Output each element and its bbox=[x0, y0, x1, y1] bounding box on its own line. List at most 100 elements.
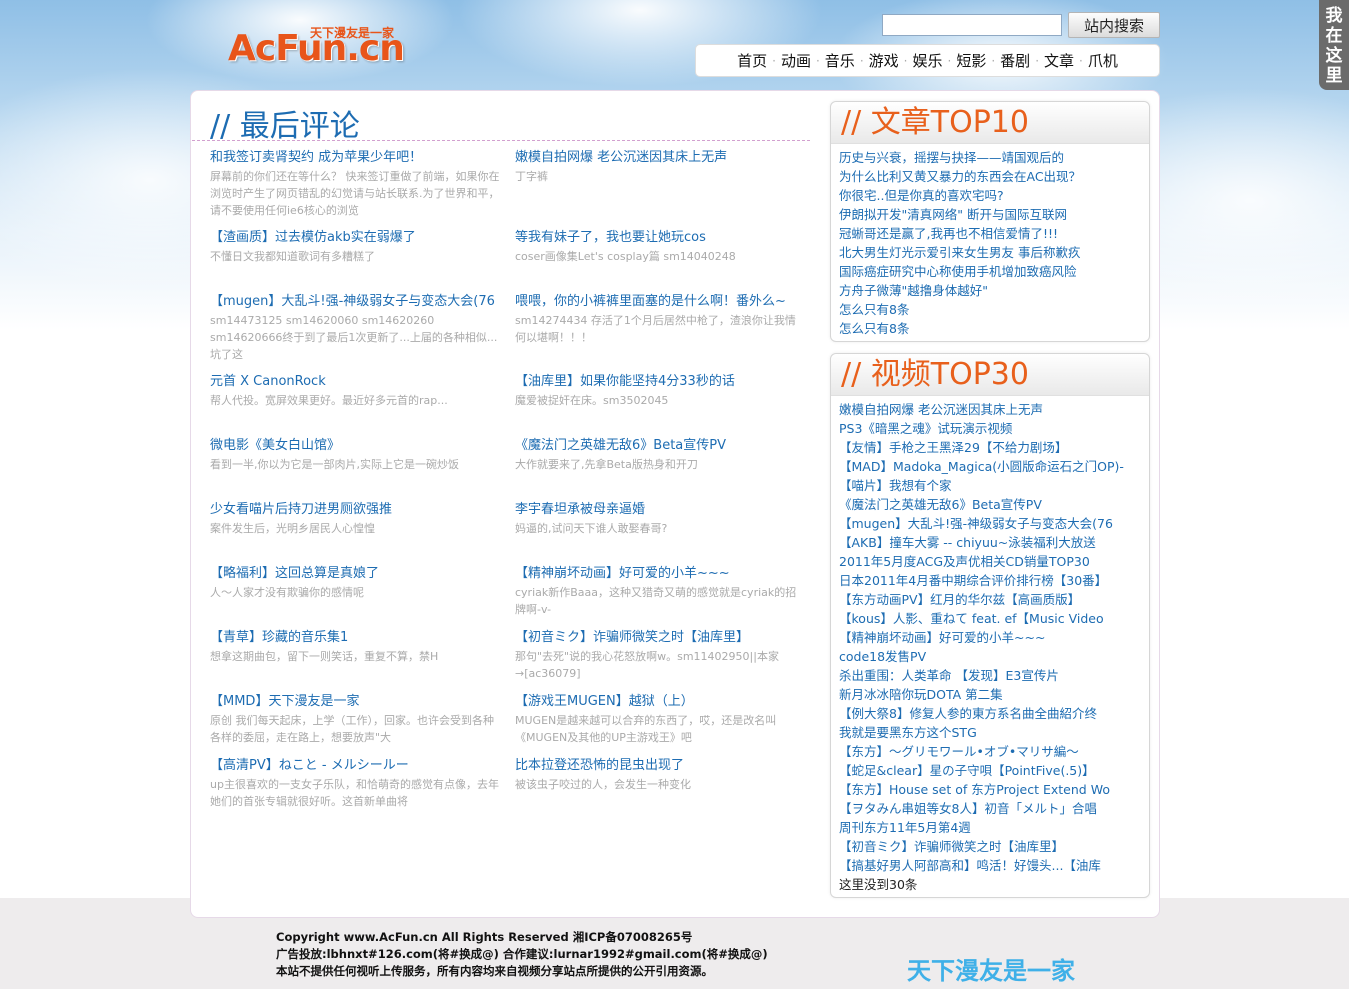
nav-item[interactable]: 番剧 bbox=[995, 50, 1035, 71]
side-tab[interactable]: 我在这里 bbox=[1319, 0, 1349, 90]
footer-contact: 广告投放:lbhnxt#126.com(将#换成@) 合作建议:lurnar19… bbox=[276, 947, 768, 961]
comment-title-link[interactable]: 【精神崩坏动画】好可爱的小羊~~~ bbox=[515, 565, 805, 582]
footer-copyright: Copyright www.AcFun.cn All Rights Reserv… bbox=[276, 930, 693, 944]
nav-item[interactable]: 短影 bbox=[951, 50, 991, 71]
comment-title-link[interactable]: 【高清PV】ねこと - メルシールー bbox=[210, 757, 500, 774]
nav-item[interactable]: 动画 bbox=[776, 50, 816, 71]
comment-body: sm14473125 sm14620060 sm14620260 sm14620… bbox=[210, 314, 498, 361]
comment-body: 妈逼的,试问天下谁人敢娶春哥? bbox=[515, 522, 668, 535]
comment-title-link[interactable]: 比本拉登还恐怖的昆虫出现了 bbox=[515, 757, 805, 774]
comment-item: 和我签订卖肾契约 成为苹果少年吧！ 屏幕前的你们还在等什么？ 快来签订重做了前端，… bbox=[210, 149, 500, 219]
comment-title-link[interactable]: 【油库里】如果你能坚持4分33秒的话 bbox=[515, 373, 805, 390]
comment-body: MUGEN是越来越可以合弃的东西了，哎，还是改名叫 《MUGEN及其他的UP主游… bbox=[515, 714, 777, 744]
comment-title-link[interactable]: 李宇春坦承被母亲逼婚 bbox=[515, 501, 805, 518]
videos-top30-title: // 视频TOP30 bbox=[831, 354, 1149, 396]
video-link[interactable]: 《魔法门之英雄无敌6》Beta宣传PV bbox=[839, 495, 1149, 514]
comment-body: 案件发生后，光明乡居民人心惶惶 bbox=[210, 522, 375, 535]
comment-item: 喂喂，你的小裤裤里面塞的是什么啊！番外么~ sm14274434 存活了1个月后居… bbox=[515, 293, 805, 346]
nav-item[interactable]: 首页 bbox=[732, 50, 772, 71]
comment-title-link[interactable]: 【初音ミク】诈骗师微笑之时【油库里】 bbox=[515, 629, 805, 646]
comment-title-link[interactable]: 【青草】珍藏的音乐集1 bbox=[210, 629, 500, 646]
nav-item[interactable]: 游戏 bbox=[864, 50, 904, 71]
video-link[interactable]: 【kous】人影、重ねて feat. ef【Music Video bbox=[839, 609, 1149, 628]
comment-title-link[interactable]: 喂喂，你的小裤裤里面塞的是什么啊！番外么~ bbox=[515, 293, 805, 310]
comment-title-link[interactable]: 【游戏王MUGEN】越狱（上） bbox=[515, 693, 805, 710]
article-link[interactable]: 方舟子微薄"越撸身体越好" bbox=[839, 281, 1149, 300]
video-link[interactable]: 我就是要黑东方这个STG bbox=[839, 723, 1149, 742]
comment-body: up主很喜欢的一支女子乐队，和恰萌奇的感觉有点像，去年她们的首张专辑就很好听。这… bbox=[210, 778, 499, 808]
article-link[interactable]: 怎么只有8条 bbox=[839, 319, 1149, 338]
article-link[interactable]: 国际癌症研究中心称使用手机增加致癌风险 bbox=[839, 262, 1149, 281]
search-button[interactable]: 站内搜索 bbox=[1068, 12, 1160, 38]
side-tab-char: 里 bbox=[1325, 66, 1343, 86]
video-link[interactable]: 【AKB】撞车大雾 -- chiyuu~泳装福利大放送 bbox=[839, 533, 1149, 552]
article-link[interactable]: 怎么只有8条 bbox=[839, 300, 1149, 319]
video-link[interactable]: 【东方动画PV】红月的华尔兹【高画质版】 bbox=[839, 590, 1149, 609]
comment-title-link[interactable]: 【略福利】这回总算是真娘了 bbox=[210, 565, 500, 582]
comment-item: 【精神崩坏动画】好可爱的小羊~~~ cyriak新作Baaa，这种又猎奇又萌的感觉… bbox=[515, 565, 805, 618]
comment-item: 《魔法门之英雄无敌6》Beta宣传PV 大作就要来了,先拿Beta版热身和开刀 bbox=[515, 437, 805, 473]
main-nav: 首页 · 动画 · 音乐 · 游戏 · 娱乐 · 短影 · 番剧 · 文章 · 爪机 bbox=[695, 44, 1160, 77]
comment-body: 看到一半,你以为它是一部肉片,实际上它是一碗炒饭 bbox=[210, 458, 459, 471]
nav-item[interactable]: 文章 bbox=[1039, 50, 1079, 71]
comment-title-link[interactable]: 元首 X CanonRock bbox=[210, 373, 500, 390]
comment-title-link[interactable]: 【mugen】大乱斗!强-神级弱女子与变态大会(76 bbox=[210, 293, 500, 310]
article-link[interactable]: 为什么比利又黄又暴力的东西会在AC出现？ bbox=[839, 167, 1149, 186]
nav-item[interactable]: 音乐 bbox=[820, 50, 860, 71]
nav-item[interactable]: 娱乐 bbox=[907, 50, 947, 71]
comment-title-link[interactable]: 等我有妹子了，我也要让她玩cos bbox=[515, 229, 805, 246]
comment-item: 【略福利】这回总算是真娘了人～人家才没有欺骗你的感情呢 bbox=[210, 565, 500, 601]
videos-top30-panel: // 视频TOP30 嫩模自拍网爆 老公沉迷因其床上无声 PS3《暗黑之魂》试玩演… bbox=[830, 353, 1150, 898]
comment-title-link[interactable]: 【渣画质】过去模仿akb实在弱爆了 bbox=[210, 229, 500, 246]
article-link[interactable]: 历史与兴衰，摇摆与抉择——靖国观后的 bbox=[839, 148, 1149, 167]
video-link[interactable]: 周刊东方11年5月第4週 bbox=[839, 818, 1149, 837]
comment-item: 比本拉登还恐怖的昆虫出现了 被该虫子咬过的人，会发生一种变化 bbox=[515, 757, 805, 793]
comment-title-link[interactable]: 和我签订卖肾契约 成为苹果少年吧！ bbox=[210, 149, 500, 166]
video-link[interactable]: 杀出重围：人类革命 【发现】E3宣传片 bbox=[839, 666, 1149, 685]
side-tab-char: 在 bbox=[1325, 26, 1343, 46]
video-link[interactable]: 【搞基好男人阿部高和】鸣活！好馒头...【油库 bbox=[839, 856, 1149, 875]
comment-item: 【游戏王MUGEN】越狱（上） MUGEN是越来越可以合弃的东西了，哎，还是改名叫… bbox=[515, 693, 805, 746]
comment-title-link[interactable]: 嫩模自拍网爆 老公沉迷因其床上无声 bbox=[515, 149, 805, 166]
video-link[interactable]: 【精神崩坏动画】好可爱的小羊~~~ bbox=[839, 628, 1149, 647]
comment-title-link[interactable]: 微电影《美女白山馆》 bbox=[210, 437, 500, 454]
comment-body: 原创 我们每天起床，上学（工作），回家。也许会受到各种各样的委屈，走在路上，想要… bbox=[210, 714, 494, 744]
video-link[interactable]: 【东方】House set of 东方Project Extend Wo bbox=[839, 780, 1149, 799]
article-link[interactable]: 北大男生灯光示爱引来女生男友 事后称歉疚 bbox=[839, 243, 1149, 262]
video-link[interactable]: 【MAD】Madoka_Magica(小圆版命运石之门OP)- bbox=[839, 457, 1149, 476]
video-link[interactable]: 2011年5月度ACG及声优相关CD销量TOP30 bbox=[839, 552, 1149, 571]
comment-title-link[interactable]: 《魔法门之英雄无敌6》Beta宣传PV bbox=[515, 437, 805, 454]
comment-title-link[interactable]: 少女看喵片后持刀进男厕欲强推 bbox=[210, 501, 500, 518]
comment-item: 元首 X CanonRock 帮人代投。宽屏效果更好。最近好多元首的rap... bbox=[210, 373, 500, 409]
comment-item: 【青草】珍藏的音乐集1 想拿这期曲包，留下一则笑话，重复不算，禁H bbox=[210, 629, 500, 665]
video-link[interactable]: 嫩模自拍网爆 老公沉迷因其床上无声 bbox=[839, 400, 1149, 419]
video-link[interactable]: 【喵片】我想有个家 bbox=[839, 476, 1149, 495]
video-link[interactable]: 【蛇足&clear】星の子守唄【PointFive(.5)】 bbox=[839, 761, 1149, 780]
nav-item[interactable]: 爪机 bbox=[1083, 50, 1123, 71]
video-link[interactable]: code18发售PV bbox=[839, 647, 1149, 666]
video-link[interactable]: 【初音ミク】诈骗师微笑之时【油库里】 bbox=[839, 837, 1149, 856]
comment-body: coser画像集Let's cosplay篇 sm14040248 bbox=[515, 250, 736, 263]
video-link[interactable]: 【东方】～グリモワール•オブ•マリサ編～ bbox=[839, 742, 1149, 761]
article-link[interactable]: 伊朗拟开发"清真网络" 断开与国际互联网 bbox=[839, 205, 1149, 224]
video-link[interactable]: 【mugen】大乱斗!强-神级弱女子与变态大会(76 bbox=[839, 514, 1149, 533]
comment-title-link[interactable]: 【MMD】天下漫友是一家 bbox=[210, 693, 500, 710]
videos-top30-list: 嫩模自拍网爆 老公沉迷因其床上无声 PS3《暗黑之魂》试玩演示视频 【友情】手枪之王… bbox=[831, 396, 1149, 894]
article-link[interactable]: 你很宅..但是你真的喜欢宅吗? bbox=[839, 186, 1149, 205]
video-link[interactable]: 【友情】手枪之王黑泽29【不给力剧场】 bbox=[839, 438, 1149, 457]
comment-item: 【渣画质】过去模仿akb实在弱爆了 不懂日文我都知道歌词有多糟糕了 bbox=[210, 229, 500, 265]
video-link[interactable]: 【ヲタみん串姐等女8人】初音「メルト」合唱 bbox=[839, 799, 1149, 818]
comment-body: 人～人家才没有欺骗你的感情呢 bbox=[210, 586, 364, 599]
video-link[interactable]: 新月冰冰陪你玩DOTA 第二集 bbox=[839, 685, 1149, 704]
video-link[interactable]: 日本2011年4月番中期综合评价排行榜【30番】 bbox=[839, 571, 1149, 590]
comment-body: 丁字裤 bbox=[515, 170, 548, 183]
logo-text: AcFun.cn bbox=[228, 28, 405, 69]
comment-body: 那句"去死"说的我心花怒放啊w。sm11402950||本家→[ac36079] bbox=[515, 650, 779, 680]
comment-body: 想拿这期曲包，留下一则笑话，重复不算，禁H bbox=[210, 650, 439, 663]
article-link[interactable]: 冠蜥哥还是赢了,我再也不相信爱情了!!! bbox=[839, 224, 1149, 243]
divider bbox=[192, 140, 810, 141]
site-logo[interactable]: 天下漫友是一家 AcFun.cn bbox=[228, 22, 408, 70]
video-link[interactable]: PS3《暗黑之魂》试玩演示视频 bbox=[839, 419, 1149, 438]
search-input[interactable] bbox=[882, 14, 1062, 36]
video-link[interactable]: 【例大祭8】修复人参的東方系名曲全曲紹介终 bbox=[839, 704, 1149, 723]
